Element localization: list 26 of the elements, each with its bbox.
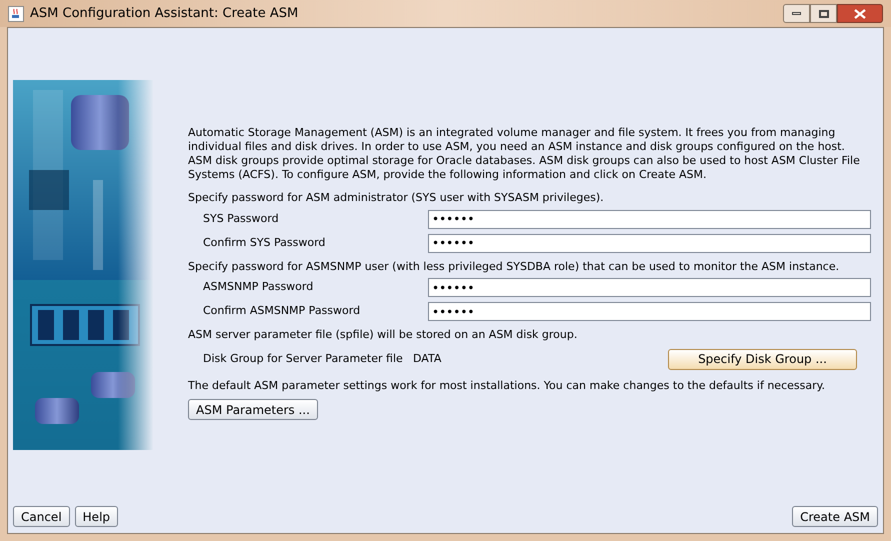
field-label: Disk Group for Server Parameter file (202, 350, 404, 367)
button[interactable]: ASM Parameters ... (188, 399, 318, 420)
intro-text: Automatic Storage Management (ASM) is an integrated volume manager and file system. It frees you from managing individual files and disk drives. In order to use ASM, you need an ASM instance and disk groups configured on the host. ASM disk groups provide optimal storage for Oracle databases. ASM disk groups can also be used to host ASM Cluster File Systems (ACFS). To configure ASM, provide the following information and click on Create ASM. (188, 126, 861, 182)
parameters-text: The default ASM parameter settings work for most installations. You can make changes to the defaults if necessary. (188, 378, 826, 394)
field-label: SYS Password (202, 210, 280, 227)
field-label: Confirm SYS Password (202, 234, 326, 251)
password-field[interactable]: •••••• (428, 278, 871, 297)
field-label: ASMSNMP Password (202, 279, 314, 296)
button[interactable]: Cancel (13, 506, 70, 527)
field-label: Confirm ASMSNMP Password (202, 303, 362, 320)
maximize-button[interactable] (810, 4, 837, 23)
section-heading: Specify password for ASM administrator (SYS user with SYSASM privileges). (188, 190, 605, 206)
coffee-cup-icon (8, 6, 24, 22)
password-field[interactable]: •••••• (428, 302, 871, 321)
minimize-button[interactable] (783, 4, 810, 23)
section-heading: Specify password for ASMSNMP user (with less privileged SYSDBA role) that can be used to monitor the ASM instance. (188, 258, 840, 274)
field-value: DATA (413, 350, 442, 367)
password-field[interactable]: •••••• (428, 234, 871, 252)
button[interactable]: Help (74, 506, 118, 527)
button[interactable]: Specify Disk Group ... (668, 348, 857, 370)
close-icon (854, 8, 866, 18)
password-field[interactable]: •••••• (428, 210, 871, 228)
close-button[interactable] (837, 4, 883, 23)
section-heading: ASM server parameter file (spfile) will be stored on an ASM disk group. (188, 327, 578, 343)
window-title: ASM Configuration Assistant: Create ASM (30, 4, 298, 23)
button[interactable]: Create ASM (792, 506, 878, 527)
